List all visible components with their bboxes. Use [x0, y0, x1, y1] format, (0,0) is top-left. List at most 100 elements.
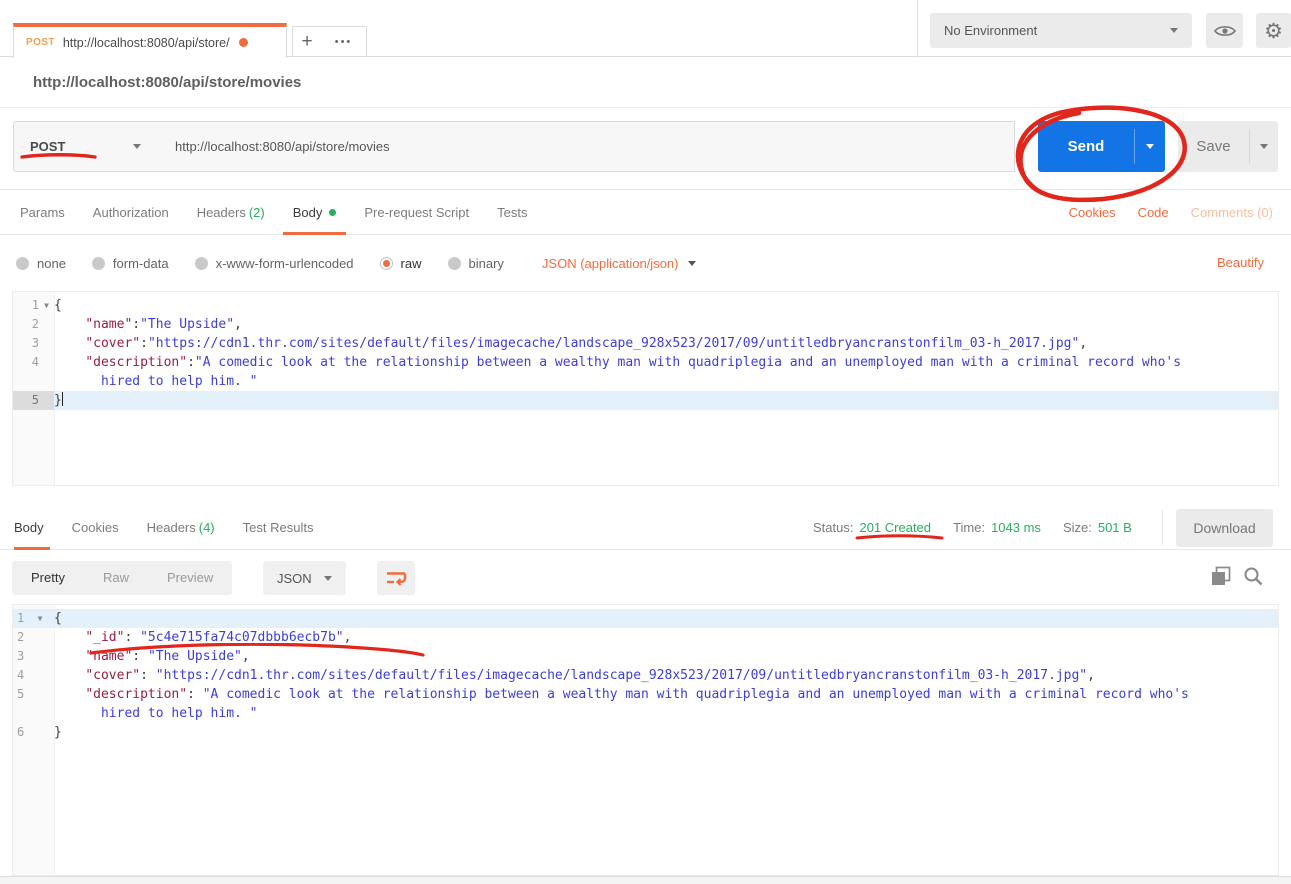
radio-form-data[interactable]: form-data [92, 256, 169, 271]
url-value: http://localhost:8080/api/store/movies [175, 139, 390, 154]
request-editor-rows[interactable]: 1▼{2 "name":"The Upside",3 "cover":"http… [13, 292, 1278, 410]
method-label: POST [30, 139, 133, 154]
status-label: Status: [813, 520, 853, 535]
save-label: Save [1178, 121, 1249, 172]
response-tab-test-results[interactable]: Test Results [229, 505, 328, 550]
radio-binary[interactable]: binary [448, 256, 504, 271]
line-number-gutter [13, 372, 54, 391]
response-tab-body[interactable]: Body [14, 505, 58, 550]
editor-line[interactable]: 1▼{ [13, 609, 1278, 628]
editor-line[interactable]: 6} [13, 723, 1278, 742]
response-editor-rows[interactable]: 1▼{2 "_id": "5c4e715fa74c07dbbb6ecb7b",3… [13, 605, 1278, 742]
editor-line[interactable]: 2 "_id": "5c4e715fa74c07dbbb6ecb7b", [13, 628, 1278, 647]
tab-params[interactable]: Params [6, 190, 79, 235]
tab-pre-request-script[interactable]: Pre-request Script [350, 190, 483, 235]
response-tab-cookies[interactable]: Cookies [58, 505, 133, 550]
chevron-down-icon [1260, 144, 1268, 149]
line-number-gutter: 4 [13, 666, 54, 685]
send-label: Send [1038, 121, 1134, 172]
line-number-gutter: 3 [13, 647, 54, 666]
eye-icon [1214, 24, 1236, 38]
line-number-gutter: 6 [13, 723, 54, 742]
method-dropdown[interactable]: POST [13, 121, 158, 172]
tab-body[interactable]: Body [279, 190, 351, 235]
radio-none[interactable]: none [16, 256, 66, 271]
unsaved-changes-dot-icon [239, 38, 248, 47]
page-title: http://localhost:8080/api/store/movies [33, 74, 301, 91]
wrap-lines-icon [385, 570, 407, 586]
line-number-gutter: 2 [13, 315, 54, 334]
editor-line[interactable]: 4 "cover": "https://cdn1.thr.com/sites/d… [13, 666, 1278, 685]
tab-tests[interactable]: Tests [483, 190, 541, 235]
environment-selector[interactable]: No Environment [930, 13, 1192, 48]
gear-icon: ⚙ [1264, 19, 1283, 43]
save-button[interactable]: Save [1178, 121, 1278, 172]
size-value: 501 B [1098, 520, 1132, 535]
line-number-gutter: 4 [13, 353, 54, 372]
radio-raw[interactable]: raw [380, 256, 422, 271]
send-options-button[interactable] [1135, 121, 1165, 172]
editor-line[interactable]: hired to help him. " [13, 704, 1278, 723]
wrap-lines-button[interactable] [377, 561, 415, 595]
line-number-gutter: 2 [13, 628, 54, 647]
chevron-down-icon [1146, 144, 1154, 149]
new-tab-button[interactable]: + [292, 26, 322, 57]
editor-line[interactable]: 3 "name": "The Upside", [13, 647, 1278, 666]
search-response-button[interactable] [1243, 566, 1264, 592]
time-label: Time: [953, 520, 985, 535]
environment-label: No Environment [944, 23, 1170, 38]
editor-line[interactable]: 3 "cover":"https://cdn1.thr.com/sites/de… [13, 334, 1278, 353]
view-raw[interactable]: Raw [84, 561, 148, 595]
settings-button[interactable]: ⚙ [1256, 13, 1291, 48]
chevron-down-icon [1170, 28, 1178, 33]
radio-icon [16, 257, 29, 270]
save-options-button[interactable] [1250, 121, 1278, 172]
request-tab[interactable]: POST http://localhost:8080/api/store/ [13, 23, 287, 58]
editor-line[interactable]: 2 "name":"The Upside", [13, 315, 1278, 334]
editor-line[interactable]: hired to help him. " [13, 372, 1278, 391]
tab-options-button[interactable]: ••• [321, 26, 367, 57]
chevron-down-icon [688, 261, 696, 266]
line-number-gutter: 1▼ [13, 609, 54, 628]
tab-authorization[interactable]: Authorization [79, 190, 183, 235]
code-link[interactable]: Code [1138, 190, 1169, 235]
bottom-scrollbar-strip[interactable] [0, 876, 1291, 884]
radio-icon [195, 257, 208, 270]
environment-quicklook-button[interactable] [1206, 13, 1243, 48]
comments-link[interactable]: Comments (0) [1191, 190, 1273, 235]
fold-arrow-icon[interactable]: ▼ [26, 609, 54, 628]
response-language-dropdown[interactable]: JSON [263, 561, 346, 595]
line-number-gutter: 5 [13, 685, 54, 704]
fold-arrow-icon[interactable]: ▼ [39, 296, 54, 315]
editor-line[interactable]: 1▼{ [13, 296, 1278, 315]
cookies-link[interactable]: Cookies [1069, 190, 1116, 235]
view-pretty[interactable]: Pretty [12, 561, 84, 595]
radio-x-www-form-urlencoded[interactable]: x-www-form-urlencoded [195, 256, 354, 271]
content-type-label: JSON (application/json) [542, 256, 679, 271]
view-preview[interactable]: Preview [148, 561, 232, 595]
header-divider [917, 0, 918, 57]
request-body-editor[interactable]: 1▼{2 "name":"The Upside",3 "cover":"http… [12, 291, 1279, 486]
tab-headers[interactable]: Headers(2) [183, 190, 279, 235]
response-body-editor[interactable]: 1▼{2 "_id": "5c4e715fa74c07dbbb6ecb7b",3… [12, 604, 1279, 876]
editor-line[interactable]: 5} [13, 391, 1278, 410]
copy-response-button[interactable] [1210, 566, 1232, 593]
tab-url-label: http://localhost:8080/api/store/ [63, 36, 230, 50]
response-view-switcher: Pretty Raw Preview [12, 561, 232, 595]
response-meta-row: Body Cookies Headers(4) Test Results Sta… [0, 505, 1291, 550]
line-number-gutter [13, 704, 54, 723]
radio-selected-icon [380, 257, 393, 270]
language-label: JSON [277, 571, 312, 586]
send-button[interactable]: Send [1038, 121, 1165, 172]
status-value: 201 Created [859, 520, 931, 535]
editor-line[interactable]: 5 "description": "A comedic look at the … [13, 685, 1278, 704]
time-value: 1043 ms [991, 520, 1041, 535]
response-view-bar: Pretty Raw Preview JSON [0, 556, 1291, 604]
download-button[interactable]: Download [1176, 509, 1273, 547]
chevron-down-icon [133, 144, 141, 149]
beautify-link[interactable]: Beautify [1217, 235, 1264, 291]
url-input[interactable]: http://localhost:8080/api/store/movies [157, 121, 1015, 172]
response-tab-headers[interactable]: Headers(4) [133, 505, 229, 550]
content-type-dropdown[interactable]: JSON (application/json) [542, 256, 697, 271]
editor-line[interactable]: 4 "description":"A comedic look at the r… [13, 353, 1278, 372]
